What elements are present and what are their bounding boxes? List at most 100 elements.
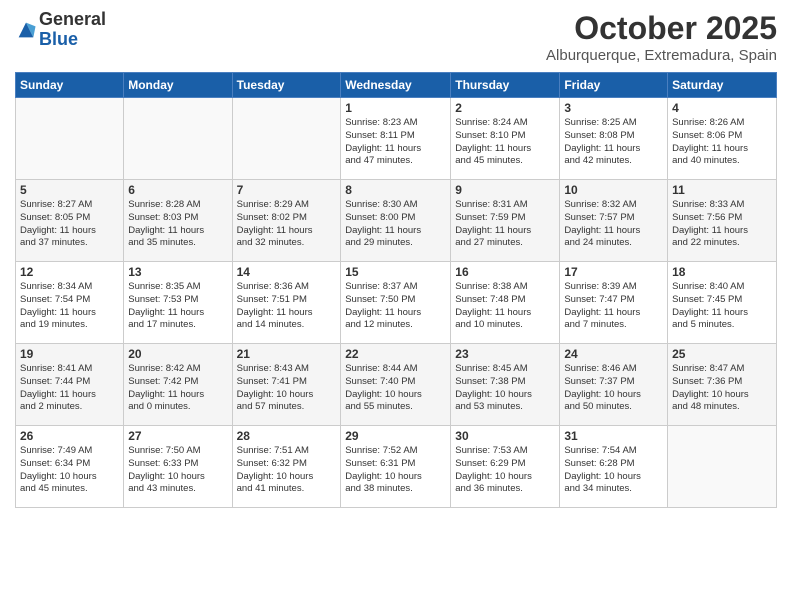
- calendar-cell: 27 Sunrise: 7:50 AMSunset: 6:33 PMDayligh…: [124, 426, 232, 508]
- calendar-week-1: 1 Sunrise: 8:23 AMSunset: 8:11 PMDaylight…: [16, 98, 777, 180]
- day-number: 9: [455, 183, 555, 197]
- logo: General Blue: [15, 10, 106, 50]
- col-sunday: Sunday: [16, 73, 124, 98]
- calendar-cell: 24 Sunrise: 8:46 AMSunset: 7:37 PMDayligh…: [560, 344, 668, 426]
- calendar-cell: [16, 98, 124, 180]
- location: Alburquerque, Extremadura, Spain: [546, 47, 777, 64]
- day-number: 3: [564, 101, 663, 115]
- day-info: Sunrise: 8:38 AMSunset: 7:48 PMDaylight:…: [455, 281, 555, 332]
- day-info: Sunrise: 8:46 AMSunset: 7:37 PMDaylight:…: [564, 363, 663, 414]
- day-info: Sunrise: 8:24 AMSunset: 8:10 PMDaylight:…: [455, 117, 555, 168]
- logo-general: General: [39, 10, 106, 30]
- calendar-cell: 7 Sunrise: 8:29 AMSunset: 8:02 PMDaylight…: [232, 180, 341, 262]
- calendar-cell: 14 Sunrise: 8:36 AMSunset: 7:51 PMDayligh…: [232, 262, 341, 344]
- day-info: Sunrise: 8:29 AMSunset: 8:02 PMDaylight:…: [237, 199, 337, 250]
- day-info: Sunrise: 8:36 AMSunset: 7:51 PMDaylight:…: [237, 281, 337, 332]
- day-number: 27: [128, 429, 227, 443]
- day-info: Sunrise: 8:28 AMSunset: 8:03 PMDaylight:…: [128, 199, 227, 250]
- calendar-cell: 23 Sunrise: 8:45 AMSunset: 7:38 PMDayligh…: [451, 344, 560, 426]
- calendar-cell: 21Sunrise: 8:43 AMSunset: 7:41 PMDayligh…: [232, 344, 341, 426]
- day-number: 31: [564, 429, 663, 443]
- calendar-cell: 30 Sunrise: 7:53 AMSunset: 6:29 PMDayligh…: [451, 426, 560, 508]
- day-info: Sunrise: 8:30 AMSunset: 8:00 PMDaylight:…: [345, 199, 446, 250]
- day-info: Sunrise: 8:32 AMSunset: 7:57 PMDaylight:…: [564, 199, 663, 250]
- calendar-cell: 10 Sunrise: 8:32 AMSunset: 7:57 PMDayligh…: [560, 180, 668, 262]
- day-info: Sunrise: 8:34 AMSunset: 7:54 PMDaylight:…: [20, 281, 119, 332]
- calendar-cell: [668, 426, 777, 508]
- calendar-cell: 2 Sunrise: 8:24 AMSunset: 8:10 PMDaylight…: [451, 98, 560, 180]
- day-number: 30: [455, 429, 555, 443]
- calendar-cell: 31 Sunrise: 7:54 AMSunset: 6:28 PMDayligh…: [560, 426, 668, 508]
- calendar-cell: 17 Sunrise: 8:39 AMSunset: 7:47 PMDayligh…: [560, 262, 668, 344]
- calendar-week-2: 5Sunrise: 8:27 AMSunset: 8:05 PMDaylight…: [16, 180, 777, 262]
- calendar-cell: 9 Sunrise: 8:31 AMSunset: 7:59 PMDaylight…: [451, 180, 560, 262]
- day-info: Sunrise: 7:49 AMSunset: 6:34 PMDaylight:…: [20, 445, 119, 496]
- calendar-cell: 15Sunrise: 8:37 AMSunset: 7:50 PMDayligh…: [341, 262, 451, 344]
- day-number: 2: [455, 101, 555, 115]
- calendar-cell: 3Sunrise: 8:25 AMSunset: 8:08 PMDaylight…: [560, 98, 668, 180]
- day-info: Sunrise: 8:47 AMSunset: 7:36 PMDaylight:…: [672, 363, 772, 414]
- calendar-cell: 22Sunrise: 8:44 AMSunset: 7:40 PMDayligh…: [341, 344, 451, 426]
- day-number: 7: [237, 183, 337, 197]
- calendar-cell: 28Sunrise: 7:51 AMSunset: 6:32 PMDayligh…: [232, 426, 341, 508]
- day-number: 14: [237, 265, 337, 279]
- page: General Blue October 2025 Alburquerque, …: [0, 0, 792, 612]
- calendar: Sunday Monday Tuesday Wednesday Thursday…: [15, 72, 777, 508]
- day-number: 4: [672, 101, 772, 115]
- calendar-week-4: 19Sunrise: 8:41 AMSunset: 7:44 PMDayligh…: [16, 344, 777, 426]
- day-info: Sunrise: 7:51 AMSunset: 6:32 PMDaylight:…: [237, 445, 337, 496]
- day-number: 16: [455, 265, 555, 279]
- day-number: 29: [345, 429, 446, 443]
- calendar-week-3: 12Sunrise: 8:34 AMSunset: 7:54 PMDayligh…: [16, 262, 777, 344]
- logo-blue: Blue: [39, 30, 106, 50]
- calendar-cell: [232, 98, 341, 180]
- day-number: 17: [564, 265, 663, 279]
- day-number: 19: [20, 347, 119, 361]
- day-info: Sunrise: 8:44 AMSunset: 7:40 PMDaylight:…: [345, 363, 446, 414]
- calendar-cell: 4 Sunrise: 8:26 AMSunset: 8:06 PMDaylight…: [668, 98, 777, 180]
- day-number: 6: [128, 183, 227, 197]
- day-info: Sunrise: 7:50 AMSunset: 6:33 PMDaylight:…: [128, 445, 227, 496]
- day-number: 10: [564, 183, 663, 197]
- col-monday: Monday: [124, 73, 232, 98]
- day-info: Sunrise: 8:37 AMSunset: 7:50 PMDaylight:…: [345, 281, 446, 332]
- day-number: 18: [672, 265, 772, 279]
- day-info: Sunrise: 8:23 AMSunset: 8:11 PMDaylight:…: [345, 117, 446, 168]
- day-info: Sunrise: 8:43 AMSunset: 7:41 PMDaylight:…: [237, 363, 337, 414]
- calendar-cell: 1 Sunrise: 8:23 AMSunset: 8:11 PMDaylight…: [341, 98, 451, 180]
- day-info: Sunrise: 8:40 AMSunset: 7:45 PMDaylight:…: [672, 281, 772, 332]
- calendar-header-row: Sunday Monday Tuesday Wednesday Thursday…: [16, 73, 777, 98]
- calendar-cell: 5Sunrise: 8:27 AMSunset: 8:05 PMDaylight…: [16, 180, 124, 262]
- day-number: 8: [345, 183, 446, 197]
- col-friday: Friday: [560, 73, 668, 98]
- day-info: Sunrise: 8:31 AMSunset: 7:59 PMDaylight:…: [455, 199, 555, 250]
- day-number: 25: [672, 347, 772, 361]
- day-info: Sunrise: 8:26 AMSunset: 8:06 PMDaylight:…: [672, 117, 772, 168]
- day-number: 23: [455, 347, 555, 361]
- day-info: Sunrise: 8:39 AMSunset: 7:47 PMDaylight:…: [564, 281, 663, 332]
- day-number: 26: [20, 429, 119, 443]
- month-title: October 2025: [546, 10, 777, 47]
- calendar-cell: 25 Sunrise: 8:47 AMSunset: 7:36 PMDayligh…: [668, 344, 777, 426]
- calendar-cell: [124, 98, 232, 180]
- day-info: Sunrise: 8:33 AMSunset: 7:56 PMDaylight:…: [672, 199, 772, 250]
- day-info: Sunrise: 7:54 AMSunset: 6:28 PMDaylight:…: [564, 445, 663, 496]
- calendar-week-5: 26 Sunrise: 7:49 AMSunset: 6:34 PMDayligh…: [16, 426, 777, 508]
- day-number: 1: [345, 101, 446, 115]
- col-tuesday: Tuesday: [232, 73, 341, 98]
- calendar-cell: 13Sunrise: 8:35 AMSunset: 7:53 PMDayligh…: [124, 262, 232, 344]
- day-info: Sunrise: 8:42 AMSunset: 7:42 PMDaylight:…: [128, 363, 227, 414]
- header: General Blue October 2025 Alburquerque, …: [15, 10, 777, 64]
- day-number: 20: [128, 347, 227, 361]
- day-number: 11: [672, 183, 772, 197]
- calendar-cell: 11 Sunrise: 8:33 AMSunset: 7:56 PMDayligh…: [668, 180, 777, 262]
- day-number: 24: [564, 347, 663, 361]
- day-info: Sunrise: 7:53 AMSunset: 6:29 PMDaylight:…: [455, 445, 555, 496]
- day-info: Sunrise: 8:45 AMSunset: 7:38 PMDaylight:…: [455, 363, 555, 414]
- day-number: 13: [128, 265, 227, 279]
- calendar-cell: 19Sunrise: 8:41 AMSunset: 7:44 PMDayligh…: [16, 344, 124, 426]
- calendar-cell: 26 Sunrise: 7:49 AMSunset: 6:34 PMDayligh…: [16, 426, 124, 508]
- day-info: Sunrise: 8:27 AMSunset: 8:05 PMDaylight:…: [20, 199, 119, 250]
- calendar-cell: 20 Sunrise: 8:42 AMSunset: 7:42 PMDayligh…: [124, 344, 232, 426]
- col-thursday: Thursday: [451, 73, 560, 98]
